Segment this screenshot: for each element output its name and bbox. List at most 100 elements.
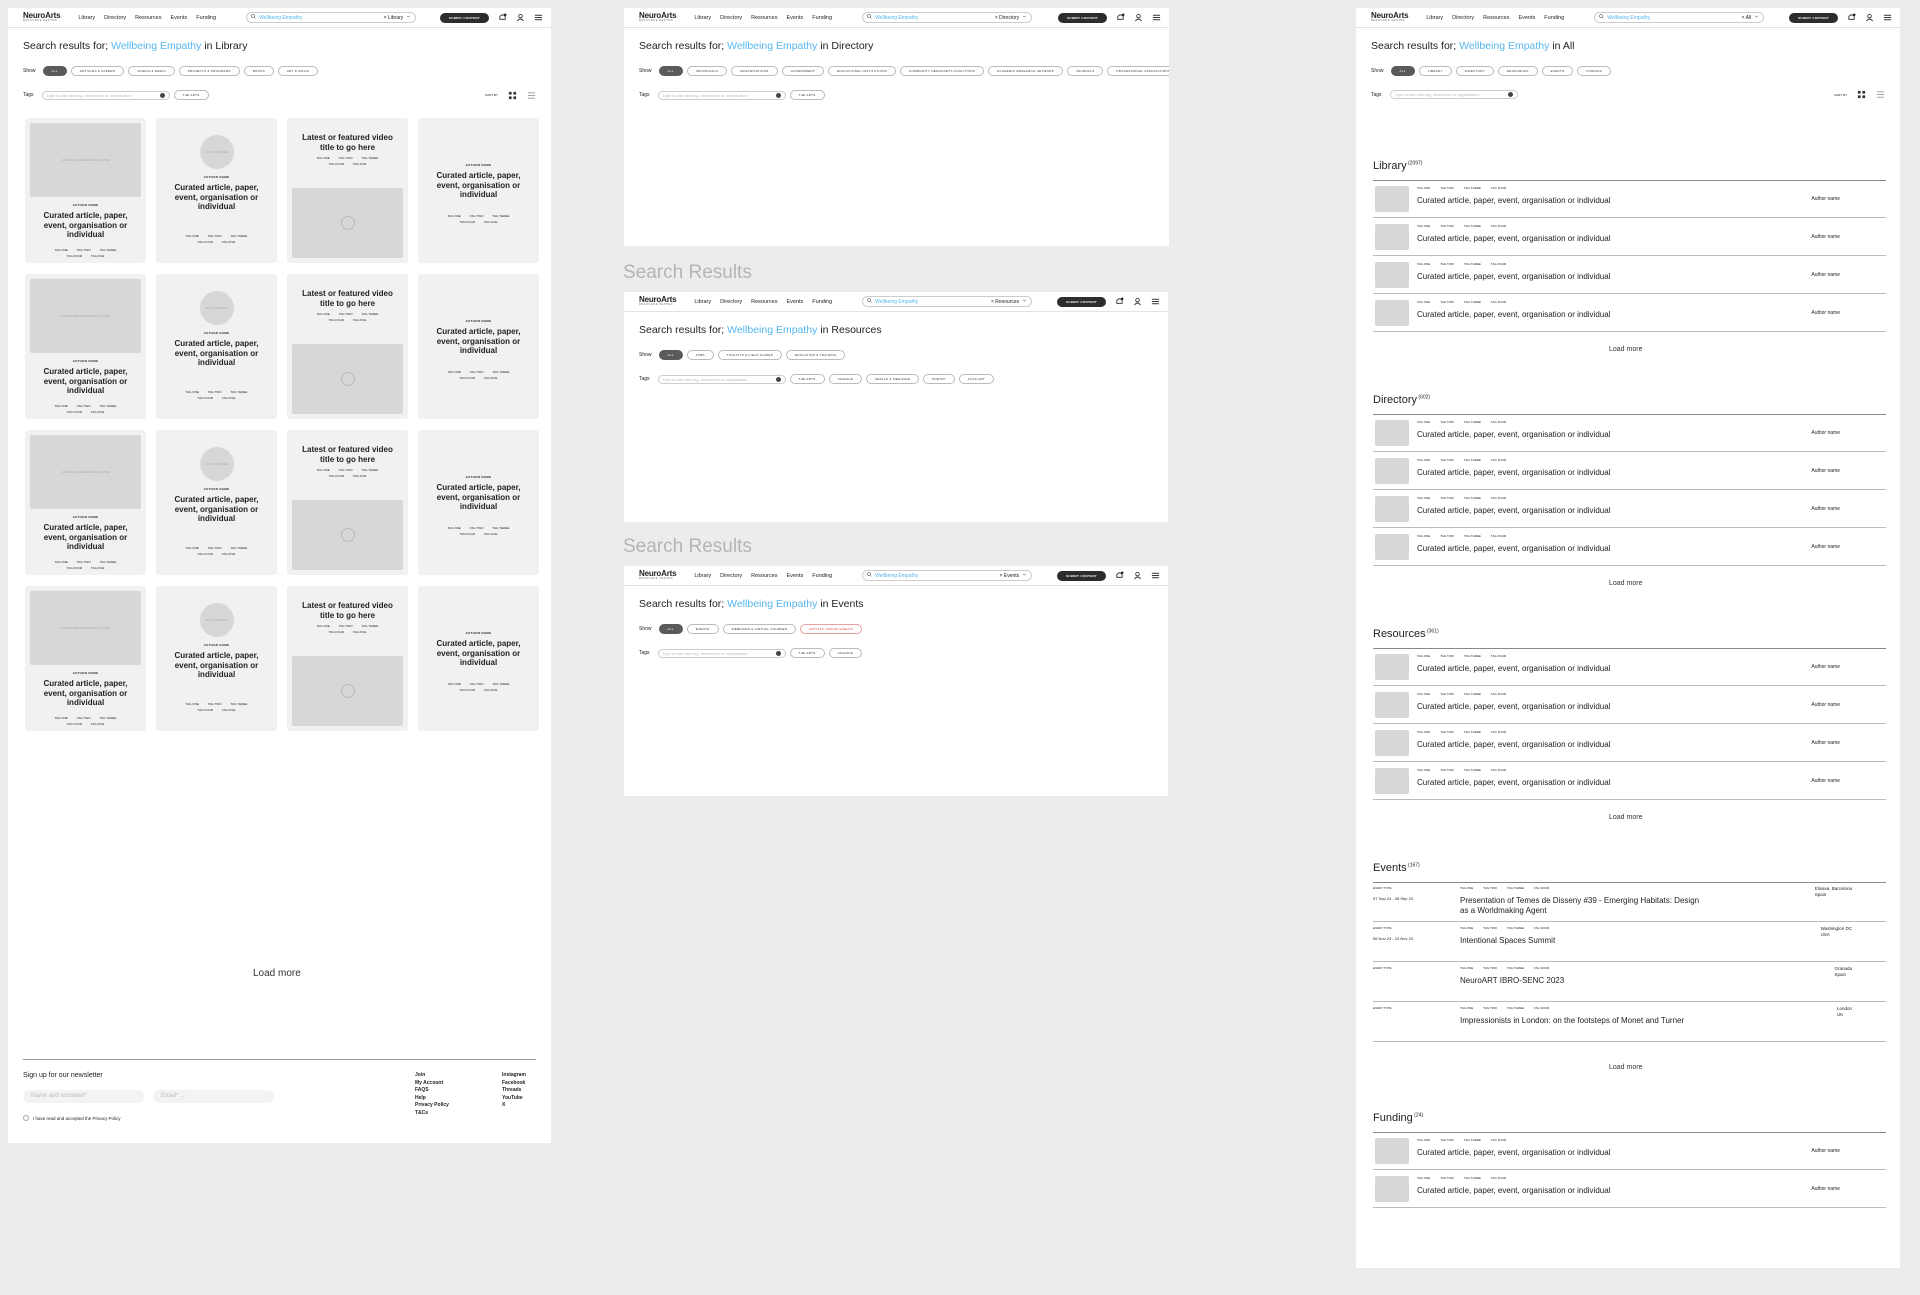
row-tag[interactable]: TAG TWO bbox=[1440, 420, 1454, 424]
card-tag[interactable]: TAG FOUR bbox=[329, 318, 344, 322]
result-row[interactable]: TAG ONE TAG TWO TAG THREE TAG FOUR Curated a… bbox=[1373, 180, 1886, 218]
result-row[interactable]: TAG ONE TAG TWO TAG THREE TAG FOUR Curated a… bbox=[1373, 528, 1886, 566]
card-tag[interactable]: TAG ONE bbox=[55, 404, 68, 408]
tag-pill[interactable]: SCIENCE bbox=[828, 648, 863, 658]
filter-pill[interactable]: LIBRARY bbox=[1418, 66, 1452, 76]
result-card[interactable]: COVER IMAGE RESOURCE NAME AUTHOR NAME Cura… bbox=[25, 118, 146, 263]
row-tag[interactable]: TAG THREE bbox=[1507, 1006, 1524, 1010]
card-tag[interactable]: TAG FOUR bbox=[329, 162, 344, 166]
nav-link-library[interactable]: Library bbox=[694, 299, 711, 305]
card-tag[interactable]: TAG ONE bbox=[448, 682, 461, 686]
card-tag[interactable]: TAG FIVE bbox=[353, 474, 366, 478]
row-tag[interactable]: TAG ONE bbox=[1417, 496, 1430, 500]
result-row[interactable]: TAG ONE TAG TWO TAG THREE TAG FOUR Curated a… bbox=[1373, 414, 1886, 452]
checkbox-icon[interactable] bbox=[23, 1115, 29, 1121]
submit-content-button[interactable]: SUBMIT CONTENT bbox=[1056, 570, 1106, 581]
card-tag[interactable]: TAG TWO bbox=[339, 312, 353, 316]
card-tag[interactable]: TAG ONE bbox=[317, 312, 330, 316]
brand-logo[interactable]: NeuroArts RESOURCE CENTER bbox=[1371, 12, 1409, 23]
card-tag[interactable]: TAG THREE bbox=[100, 248, 117, 252]
tags-input[interactable]: Type to add new tag, researcher or organ… bbox=[657, 90, 786, 100]
card-tag[interactable]: TAG THREE bbox=[100, 404, 117, 408]
search-category-select[interactable]: × Directory bbox=[995, 15, 1019, 21]
card-tag[interactable]: TAG FOUR bbox=[67, 722, 82, 726]
card-tag[interactable]: TAG ONE bbox=[186, 702, 199, 706]
card-tag[interactable]: TAG FIVE bbox=[91, 410, 104, 414]
row-tag[interactable]: TAG FOUR bbox=[1491, 496, 1506, 500]
row-tag[interactable]: TAG THREE bbox=[1507, 966, 1524, 970]
card-tag[interactable]: TAG ONE bbox=[317, 468, 330, 472]
row-tag[interactable]: TAG FOUR bbox=[1491, 654, 1506, 658]
row-tag[interactable]: TAG THREE bbox=[1464, 692, 1481, 696]
footer-link[interactable]: YouTube bbox=[502, 1095, 526, 1103]
tag-pill[interactable]: THE ARTS bbox=[173, 90, 209, 100]
row-tag[interactable]: TAG ONE bbox=[1460, 926, 1473, 930]
card-tag[interactable]: TAG THREE bbox=[100, 716, 117, 720]
filter-pill[interactable]: EVENTS bbox=[686, 624, 719, 634]
card-tag[interactable]: TAG FOUR bbox=[329, 630, 344, 634]
result-row[interactable]: TAG ONE TAG TWO TAG THREE TAG FOUR Curated a… bbox=[1373, 256, 1886, 294]
brand-logo[interactable]: NeuroArts RESOURCE CENTER bbox=[23, 12, 61, 23]
search-input[interactable]: Wellbeing Empathy × All bbox=[1594, 12, 1765, 23]
row-tag[interactable]: TAG THREE bbox=[1464, 730, 1481, 734]
card-tag[interactable]: TAG FOUR bbox=[67, 410, 82, 414]
nav-link-resources[interactable]: Resources bbox=[751, 573, 777, 579]
sort-by-label[interactable]: SORT BY bbox=[485, 93, 498, 97]
brand-logo[interactable]: NeuroArts RESOURCE CENTER bbox=[639, 12, 677, 23]
card-tag[interactable]: TAG TWO bbox=[339, 624, 353, 628]
bell-icon[interactable] bbox=[1115, 13, 1125, 23]
footer-link[interactable]: Help bbox=[415, 1095, 449, 1103]
nav-link-directory[interactable]: Directory bbox=[720, 299, 742, 305]
card-tag[interactable]: TAG TWO bbox=[470, 370, 484, 374]
menu-icon[interactable] bbox=[1882, 13, 1892, 23]
row-tag[interactable]: TAG ONE bbox=[1417, 458, 1430, 462]
card-tag[interactable]: TAG THREE bbox=[493, 526, 510, 530]
filter-pill[interactable]: ALL bbox=[1390, 66, 1415, 76]
card-tag[interactable]: TAG ONE bbox=[186, 390, 199, 394]
result-card[interactable]: COVER IMAGE RESOURCE NAME AUTHOR NAME Cura… bbox=[25, 430, 146, 575]
row-tag[interactable]: TAG TWO bbox=[1483, 966, 1497, 970]
result-card[interactable]: AUTHOR NAME Curated article, paper, event… bbox=[418, 118, 539, 263]
filter-pill[interactable]: ACADEMIC RESEARCH NETWORK bbox=[988, 66, 1064, 76]
row-tag[interactable]: TAG TWO bbox=[1440, 692, 1454, 696]
user-icon[interactable] bbox=[515, 13, 525, 23]
row-tag[interactable]: TAG ONE bbox=[1460, 886, 1473, 890]
row-tag[interactable]: TAG FOUR bbox=[1491, 1138, 1506, 1142]
list-view-icon[interactable] bbox=[527, 91, 536, 100]
event-row[interactable]: EVENT TYPE 06 Nov 23 - 10 Nov 23 TAG ONE TA… bbox=[1373, 922, 1886, 962]
filter-pill[interactable]: ALL bbox=[42, 66, 67, 76]
filter-pill[interactable]: ALL bbox=[658, 624, 683, 634]
nav-link-events[interactable]: Events bbox=[786, 573, 803, 579]
filter-pill[interactable]: PROFESSIONAL ASSOCIATIONS bbox=[1107, 66, 1169, 76]
row-tag[interactable]: TAG ONE bbox=[1417, 420, 1430, 424]
card-tag[interactable]: TAG FIVE bbox=[353, 162, 366, 166]
row-tag[interactable]: TAG THREE bbox=[1464, 224, 1481, 228]
result-row[interactable]: TAG ONE TAG TWO TAG THREE TAG FOUR Curated a… bbox=[1373, 762, 1886, 800]
card-tag[interactable]: TAG TWO bbox=[470, 682, 484, 686]
card-tag[interactable]: TAG THREE bbox=[493, 682, 510, 686]
footer-link[interactable]: Join bbox=[415, 1072, 449, 1080]
footer-link[interactable]: Instagram bbox=[502, 1072, 526, 1080]
load-more-button[interactable]: Load more bbox=[253, 968, 301, 979]
card-tag[interactable]: TAG FIVE bbox=[222, 396, 235, 400]
tag-pill[interactable]: THE ARTS bbox=[789, 648, 825, 658]
row-tag[interactable]: TAG ONE bbox=[1417, 730, 1430, 734]
row-tag[interactable]: TAG TWO bbox=[1440, 534, 1454, 538]
row-tag[interactable]: TAG ONE bbox=[1417, 654, 1430, 658]
result-row[interactable]: TAG ONE TAG TWO TAG THREE TAG FOUR Curated a… bbox=[1373, 294, 1886, 332]
nav-link-funding[interactable]: Funding bbox=[196, 15, 216, 21]
video-thumbnail[interactable] bbox=[292, 188, 403, 258]
filter-pill[interactable]: VIDEOS & MEDIA bbox=[128, 66, 175, 76]
row-tag[interactable]: TAG ONE bbox=[1417, 186, 1430, 190]
load-more-button[interactable]: Load more bbox=[1609, 580, 1642, 587]
grid-view-icon[interactable] bbox=[508, 91, 517, 100]
filter-pill[interactable]: ALL bbox=[658, 350, 683, 360]
filter-pill[interactable]: INDIVIDUALS bbox=[686, 66, 727, 76]
brand-logo[interactable]: NeuroArts RESOURCE CENTER bbox=[639, 296, 677, 307]
video-card[interactable]: Latest or featured video title to go her… bbox=[287, 430, 408, 575]
card-tag[interactable]: TAG ONE bbox=[55, 716, 68, 720]
result-row[interactable]: TAG ONE TAG TWO TAG THREE TAG FOUR Curated a… bbox=[1373, 452, 1886, 490]
result-card[interactable]: AUTHOR NAME AUTHOR NAME Curated article, p… bbox=[156, 586, 277, 731]
filter-pill[interactable]: EVENTS bbox=[1541, 66, 1574, 76]
row-tag[interactable]: TAG FOUR bbox=[1491, 262, 1506, 266]
